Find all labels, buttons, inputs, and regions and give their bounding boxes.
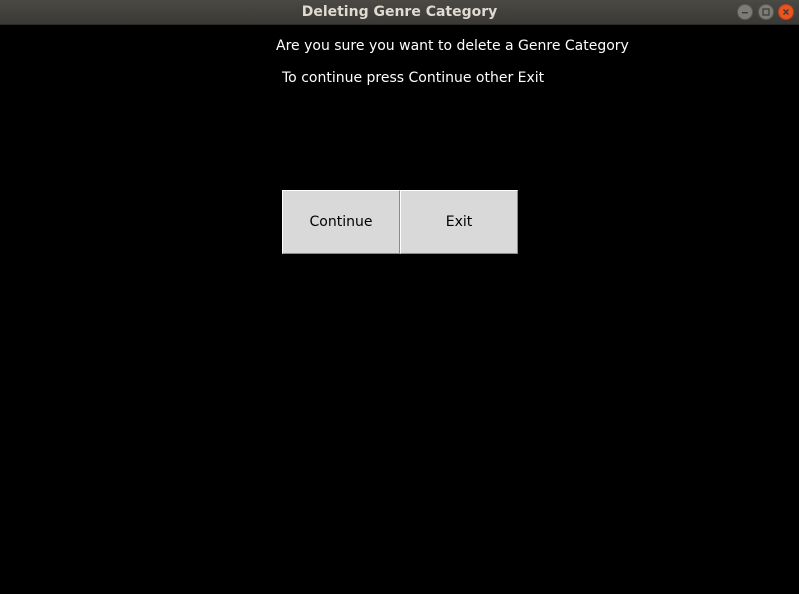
minimize-icon [741,8,749,16]
close-icon [782,8,790,16]
dialog-window: Deleting Genre Category Are you sure you… [0,0,799,594]
exit-button[interactable]: Exit [400,190,518,254]
instruction-text: To continue press Continue other Exit [282,70,545,86]
dialog-content: Are you sure you want to delete a Genre … [0,25,799,594]
window-title: Deleting Genre Category [301,4,498,20]
close-button[interactable] [778,4,794,20]
minimize-button[interactable] [737,4,753,20]
maximize-button[interactable] [758,4,774,20]
title-bar[interactable]: Deleting Genre Category [0,0,799,25]
maximize-icon [762,8,770,16]
confirmation-question: Are you sure you want to delete a Genre … [276,38,629,54]
continue-button[interactable]: Continue [282,190,400,254]
